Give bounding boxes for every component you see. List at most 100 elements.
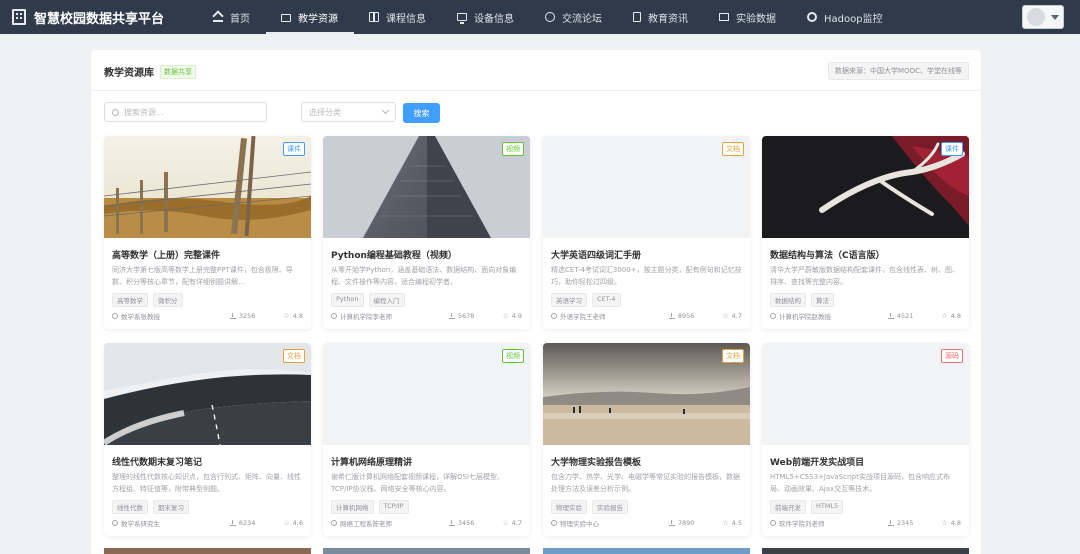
user-icon [551,313,557,319]
card-title[interactable]: 线性代数期末复习笔记 [112,455,202,468]
data-source-badge: 数据来源：中国大学MOOC、学堂在线等 [828,62,969,80]
card-description: 精选CET-4考试词汇3000+，按主题分类，配有例句和记忆技巧，助你轻松过四级… [551,266,742,286]
card-title[interactable]: 大学英语四级词汇手册 [551,248,641,261]
card-author: 计算机学院赵教授 [779,313,831,321]
card-tag: TCP/IP [378,500,409,514]
nav-item-label: Hadoop监控 [824,13,883,25]
type-badge: 源码 [941,349,963,363]
card-title[interactable]: Python编程基础教程（视频） [331,248,457,261]
building-icon [12,9,26,25]
resource-card[interactable]: 课件 高等数学（上册）完整课件 同济大学第七版高等数学上册完整PPT课件，包含极限、… [104,136,311,329]
nav-item-label: 设备信息 [474,13,514,25]
search-icon [112,108,119,116]
card-rating: 4.8 [950,312,961,320]
card-title[interactable]: Web前端开发实战项目 [770,455,864,468]
main-menu: 首页 教学资源 课程信息 设备信息 交流论坛 教育资讯 实验数据 Hadoop监… [198,0,899,34]
nav-item-experiments[interactable]: 实验数据 [704,0,792,34]
card-tags: 英语学习 CET-4 [551,293,626,307]
data-share-tag: 数据共享 [160,64,196,79]
nav-item-label: 教学资源 [298,13,338,25]
card-tags: 物理实验 实验报告 [551,500,633,514]
book-icon [369,12,379,22]
card-title[interactable]: 计算机网络原理精讲 [331,455,412,468]
card-title[interactable]: 数据结构与算法（C语言版） [770,248,885,261]
card-downloads: 5678 [457,312,475,320]
card-description: 包含力学、热学、光学、电磁学等常见实验的报告模板，数据处理方法及误差分析示例。 [551,473,740,493]
monitor-icon [457,13,467,24]
search-input[interactable]: 搜索资源... [104,102,267,122]
card-description: 整理的线性代数核心知识点，包含行列式、矩阵、向量、线性方程组、特征值等，附带典型… [112,473,301,493]
resource-card[interactable]: 视频 计算机网络原理精讲 谢希仁版计算机网络配套视频课程，详解OSI七层模型、TCP… [323,343,530,536]
nav-item-courses[interactable]: 课程信息 [354,0,442,34]
nav-item-home[interactable]: 首页 [198,0,266,34]
chevron-down-icon [381,106,390,115]
card-tag: 计算机网络 [331,500,374,514]
nav-item-hadoop[interactable]: Hadoop监控 [792,0,899,34]
card-thumbnail[interactable]: 视频 [323,136,530,238]
nav-item-forum[interactable]: 交流论坛 [530,0,618,34]
card-rating: 4.7 [511,519,522,527]
type-badge: 课件 [283,142,305,156]
card-tag: HTML5 [811,500,844,514]
nav-item-news[interactable]: 教育资讯 [618,0,704,34]
document-icon [633,12,641,22]
resource-card[interactable]: 课件数据结构与算法（C语言版） 清华大学严蔚敏版数据结构配套课件，包含线性表、树、… [762,136,969,329]
star-icon: ☆ [941,519,948,527]
card-author: 计算机学院李老师 [340,313,392,321]
nav-item-label: 交流论坛 [562,13,602,25]
card-tag: 英语学习 [551,293,587,307]
type-badge: 课件 [941,142,963,156]
panel-header: 教学资源库 数据共享 [104,64,196,79]
user-icon [331,520,337,526]
card-meta: 数学系张教授 3256 ☆ 4.8 [112,311,303,321]
resource-card[interactable]: 文档大学英语四级词汇手册精选CET-4考试词汇3000+，按主题分类，配有例句和… [543,136,750,329]
nav-item-label: 首页 [230,13,250,25]
card-rating: 4.8 [950,519,961,527]
card-tags: 数据结构 算法 [770,293,839,307]
resource-card[interactable]: 源码 Web前端开发实战项目 HTML5+CSS3+JavaScript实战项目源码… [762,343,969,536]
card-author: 软件学院刘老师 [779,520,825,528]
type-badge: 文档 [722,142,744,156]
divider [91,90,981,91]
card-title[interactable]: 大学物理实验报告模板 [551,455,641,468]
card-tag: 微积分 [153,293,183,307]
resource-card[interactable]: 文档线性代数期末复习笔记整理的线性代数核心知识点，包含行列式、矩阵、向量、线性方… [104,343,311,536]
brand[interactable]: 智慧校园数据共享平台 [0,8,190,27]
search-button[interactable]: 搜索 [403,103,440,123]
card-tag: CET-4 [592,293,621,307]
card-thumbnail[interactable]: 视频 [323,343,530,445]
home-icon [213,12,223,22]
card-rating: 4.6 [292,519,303,527]
card-tags: 计算机网络 TCP/IP [331,500,414,514]
card-title[interactable]: 高等数学（上册）完整课件 [112,248,220,261]
user-icon [112,313,118,319]
nav-item-resources[interactable]: 教学资源 [266,0,354,34]
card-thumbnail[interactable]: 文档 [104,343,311,445]
card-thumbnail[interactable]: 文档 [543,136,750,238]
panel-title: 教学资源库 [104,68,154,79]
download-icon [887,520,894,526]
star-icon: ☆ [283,519,290,527]
category-select[interactable]: 选择分类 [301,102,396,122]
card-thumbnail[interactable]: 课件 [104,136,311,238]
card-author: 数学系张教授 [121,313,160,321]
select-placeholder: 选择分类 [309,107,341,117]
nav-item-label: 教育资讯 [648,13,688,25]
card-thumbnail[interactable]: 文档 [543,343,750,445]
resource-card[interactable]: 视频 Python编程基础教程（视频） 从零开始学Python，涵盖基础语法、数据结… [323,136,530,329]
user-icon [112,520,118,526]
card-thumbnail[interactable]: 源码 [762,343,969,445]
card-author: 物理实验中心 [560,520,599,528]
search-placeholder: 搜索资源... [124,107,164,117]
card-thumbnail[interactable]: 课件 [762,136,969,238]
card-description: HTML5+CSS3+JavaScript实战项目源码，包含响应式布局、动画效果… [770,473,950,493]
resource-card[interactable]: 文档大学物理实验报告模板包含力学、热学、光学、电磁学等常见实验的报告模板，数据处… [543,343,750,536]
chevron-down-icon [1051,14,1059,20]
nav-item-devices[interactable]: 设备信息 [442,0,530,34]
star-icon: ☆ [502,519,509,527]
user-menu[interactable] [1022,5,1064,29]
nav-item-label: 实验数据 [736,13,776,25]
card-description: 清华大学严蔚敏版数据结构配套课件，包含线性表、树、图、排序、查找等完整内容。 [770,266,959,286]
card-downloads: 8956 [677,312,695,320]
gear-icon [807,12,817,22]
